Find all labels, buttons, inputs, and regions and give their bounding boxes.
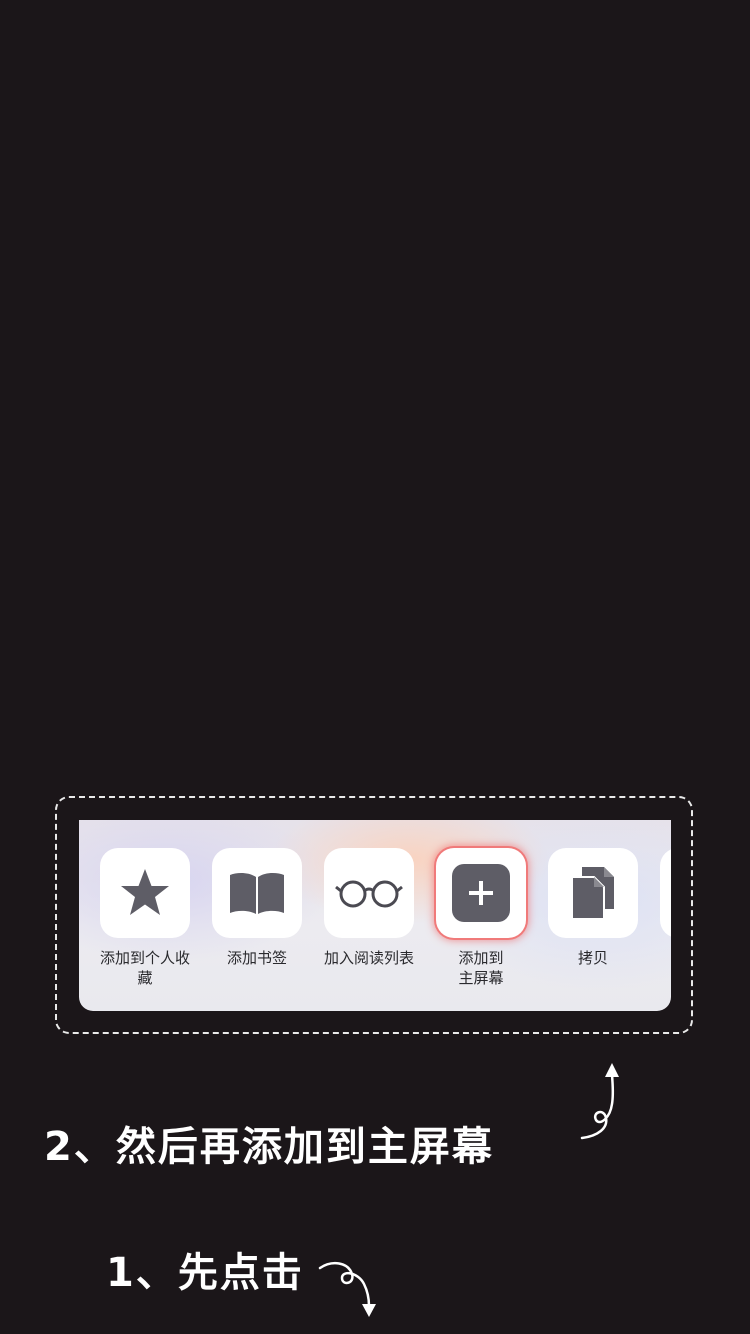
copy-icon: [571, 867, 614, 920]
squiggle-arrow-up-icon: [580, 1063, 619, 1140]
add-to-home-screen-action[interactable]: 添加到 主屏幕: [425, 848, 537, 988]
add-to-home-screen-label: 添加到 主屏幕: [458, 949, 504, 987]
add-bookmark-label: 添加书签: [226, 949, 287, 967]
add-reading-list-tile[interactable]: [324, 848, 414, 938]
add-to-favorites-tile[interactable]: [100, 848, 190, 938]
add-bookmark-action[interactable]: 添加书签: [201, 848, 313, 968]
add-reading-list-label: 加入阅读列表: [323, 949, 414, 967]
copy-action[interactable]: 拷贝: [537, 848, 649, 968]
plus-icon: [452, 864, 510, 922]
share-sheet-panel: 添加到个人收 藏 添加书签 加入阅读列表 添加到 主屏幕 拷贝: [79, 820, 671, 1011]
instruction-step-1: 1、先点击: [106, 1250, 304, 1296]
add-to-favorites-action[interactable]: 添加到个人收 藏: [89, 848, 201, 988]
add-to-home-screen-tile[interactable]: [436, 848, 526, 938]
next-action-tile-partial[interactable]: [660, 848, 671, 938]
squiggle-arrow-down-icon: [318, 1261, 376, 1317]
tutorial-screenshot: 添加到个人收 藏 添加书签 加入阅读列表 添加到 主屏幕 拷贝 2、然后再添加到…: [0, 0, 750, 1334]
copy-tile[interactable]: [548, 848, 638, 938]
copy-label: 拷贝: [577, 949, 608, 967]
add-reading-list-action[interactable]: 加入阅读列表: [313, 848, 425, 968]
instruction-step-2: 2、然后再添加到主屏幕: [44, 1124, 494, 1170]
add-bookmark-tile[interactable]: [212, 848, 302, 938]
star-icon: [121, 869, 169, 915]
glasses-icon: [335, 880, 403, 908]
add-to-favorites-label: 添加到个人收 藏: [99, 949, 190, 987]
book-icon: [230, 872, 284, 914]
